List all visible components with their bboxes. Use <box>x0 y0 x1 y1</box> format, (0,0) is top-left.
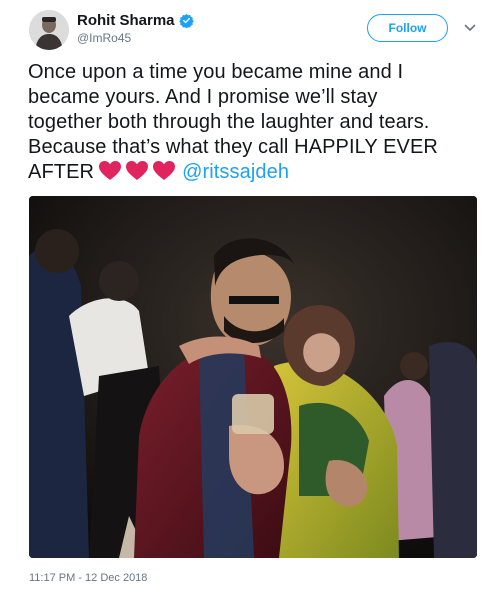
couple-hug-photo <box>29 196 477 558</box>
tweet-line: Because that’s what they call HAPPILY EV… <box>28 136 438 158</box>
tweet-timestamp[interactable]: 11:17 PM - 12 Dec 2018 <box>29 572 147 584</box>
tweet-card: Rohit Sharma @ImRo45 Follow Once upon a … <box>0 0 502 600</box>
red-heart-icon <box>153 161 176 180</box>
red-heart-icon <box>126 161 149 180</box>
profile-photo <box>29 10 69 50</box>
chevron-down-icon[interactable] <box>464 22 476 34</box>
mention-link[interactable]: @ritssajdeh <box>182 161 289 183</box>
tweet-line: Once upon a time you became mine and I <box>28 61 404 83</box>
author-handle[interactable]: @ImRo45 <box>77 31 131 45</box>
tweet-line: together both through the laughter and t… <box>28 111 430 133</box>
hearts-group <box>98 160 176 181</box>
verified-badge-icon <box>178 13 194 28</box>
red-heart-icon <box>99 161 122 180</box>
tweet-line-last: AFTER @ritssajdeh <box>28 160 498 185</box>
display-name[interactable]: Rohit Sharma <box>77 12 175 29</box>
avatar[interactable] <box>29 10 69 50</box>
tweet-text: Once upon a time you became mine and I b… <box>28 60 498 185</box>
tweet-line-prefix: AFTER <box>28 161 95 183</box>
follow-button[interactable]: Follow <box>367 14 448 42</box>
tweet-photo[interactable] <box>29 196 477 558</box>
tweet-line: became yours. And I promise we’ll stay <box>28 86 378 108</box>
author-name-row: Rohit Sharma <box>77 12 194 29</box>
